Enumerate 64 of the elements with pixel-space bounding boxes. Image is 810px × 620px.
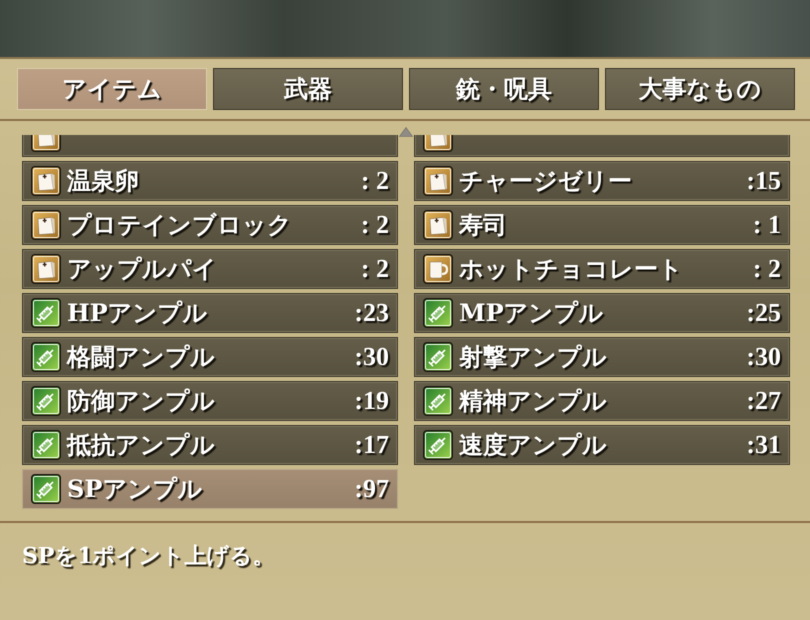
item-name: チャージゼリー <box>459 166 632 195</box>
item-row[interactable]: HPアンプル :23 <box>22 293 398 333</box>
syringe-icon <box>423 430 453 460</box>
item-row[interactable]: 速度アンプル :31 <box>414 425 790 465</box>
item-count: : 2 <box>360 210 389 240</box>
item-row[interactable]: 防御アンプル :19 <box>22 381 398 421</box>
item-count: :97 <box>354 474 389 504</box>
item-row[interactable]: ホットチョコレート : 2 <box>414 249 790 289</box>
item-row[interactable]: アップルパイ : 2 <box>22 249 398 289</box>
category-tab[interactable]: 武器 <box>213 68 403 110</box>
mug-icon <box>423 254 453 284</box>
paper-bag-icon <box>423 210 453 240</box>
item-name: アップルパイ <box>67 254 217 283</box>
item-count: :27 <box>746 386 781 416</box>
item-name: プロテインブロック <box>67 210 292 239</box>
item-name: 寿司 <box>459 210 507 239</box>
item-count: :17 <box>354 430 389 460</box>
paper-bag-icon <box>31 210 61 240</box>
syringe-icon <box>423 386 453 416</box>
syringe-icon <box>31 342 61 372</box>
item-name: ホットチョコレート <box>459 254 683 283</box>
syringe-icon <box>31 474 61 504</box>
item-count: :25 <box>746 298 781 328</box>
item-name: 温泉卵 <box>67 166 139 195</box>
item-count: : 2 <box>752 254 781 284</box>
item-row[interactable]: 寿司 : 1 <box>414 205 790 245</box>
item-name: 抵抗アンプル <box>67 430 215 459</box>
item-count: :31 <box>746 430 781 460</box>
item-row[interactable]: プロテインブロック : 2 <box>22 205 398 245</box>
item-row[interactable]: 温泉卵 : 2 <box>22 161 398 201</box>
paper-bag-icon <box>423 166 453 196</box>
item-count: : 2 <box>360 166 389 196</box>
paper-bag-icon <box>31 254 61 284</box>
syringe-icon <box>423 342 453 372</box>
item-name: SPアンプル <box>67 474 202 503</box>
item-row[interactable]: 精神アンプル :27 <box>414 381 790 421</box>
scroll-up-arrow-icon <box>399 127 413 137</box>
syringe-icon <box>31 430 61 460</box>
category-tab[interactable]: 銃・呪具 <box>409 68 599 110</box>
category-tab[interactable]: 大事なもの <box>605 68 795 110</box>
item-row[interactable]: チャージゼリー :15 <box>414 161 790 201</box>
item-count: :30 <box>746 342 781 372</box>
item-name: 格闘アンプル <box>67 342 215 371</box>
item-count: :19 <box>354 386 389 416</box>
item-name: MPアンプル <box>459 298 604 327</box>
syringe-icon <box>31 386 61 416</box>
item-count: :30 <box>354 342 389 372</box>
item-row[interactable]: 射撃アンプル :30 <box>414 337 790 377</box>
item-row[interactable]: 抵抗アンプル :17 <box>22 425 398 465</box>
item-name: 射撃アンプル <box>459 342 607 371</box>
item-row[interactable]: MPアンプル :25 <box>414 293 790 333</box>
item-count: :15 <box>746 166 781 196</box>
paper-bag-icon <box>31 166 61 196</box>
item-name: 防御アンプル <box>67 386 215 415</box>
item-name: HPアンプル <box>67 298 208 327</box>
item-name: 速度アンプル <box>459 430 607 459</box>
item-count: : 2 <box>360 254 389 284</box>
item-description: SPを1ポイント上げる。 <box>22 543 275 569</box>
item-count: : 1 <box>752 210 781 240</box>
syringe-icon <box>31 298 61 328</box>
syringe-icon <box>423 298 453 328</box>
item-name: 精神アンプル <box>459 386 607 415</box>
item-count: :23 <box>354 298 389 328</box>
item-row[interactable]: 格闘アンプル :30 <box>22 337 398 377</box>
